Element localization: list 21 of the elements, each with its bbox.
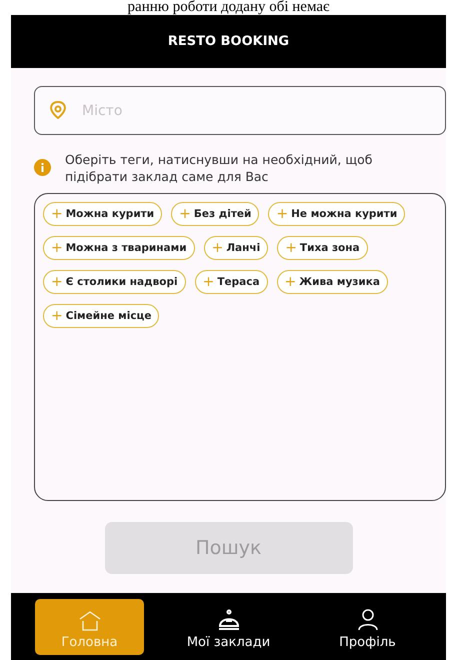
tag-chip[interactable]: + Можна курити bbox=[43, 202, 162, 226]
hint-text: Оберіть теги, натиснувши на необхідний, щоб підібрати заклад саме для Вас bbox=[65, 151, 374, 185]
home-icon bbox=[78, 610, 100, 630]
city-field[interactable]: Місто bbox=[34, 86, 446, 135]
document-text: ранню роботи додану обі немає bbox=[128, 0, 330, 15]
app-title: RESTO BOOKING bbox=[168, 34, 290, 49]
location-pin-icon bbox=[49, 101, 67, 119]
tag-chip[interactable]: + Ланчі bbox=[204, 236, 268, 260]
tag-chip[interactable]: + Жива музика bbox=[276, 270, 388, 294]
nav-tab[interactable]: Профіль bbox=[313, 598, 422, 654]
info-icon bbox=[34, 159, 51, 176]
tag-chip[interactable]: + Не можна курити bbox=[268, 202, 406, 226]
tag-chip[interactable]: + Є столики надворі bbox=[43, 270, 186, 294]
tag-chip[interactable]: + Тиха зона bbox=[277, 236, 368, 260]
tag-chip[interactable]: + Сімейне місце bbox=[43, 304, 160, 328]
tag-chip[interactable]: + Можна з тваринами bbox=[43, 236, 195, 260]
tag-chip[interactable]: + Тераса bbox=[194, 270, 268, 294]
tag-chip[interactable]: + Без дітей bbox=[171, 202, 260, 226]
service-bell-icon bbox=[216, 608, 240, 630]
profile-icon bbox=[358, 608, 378, 630]
nav-tab[interactable]: Мої заклади bbox=[174, 598, 283, 654]
